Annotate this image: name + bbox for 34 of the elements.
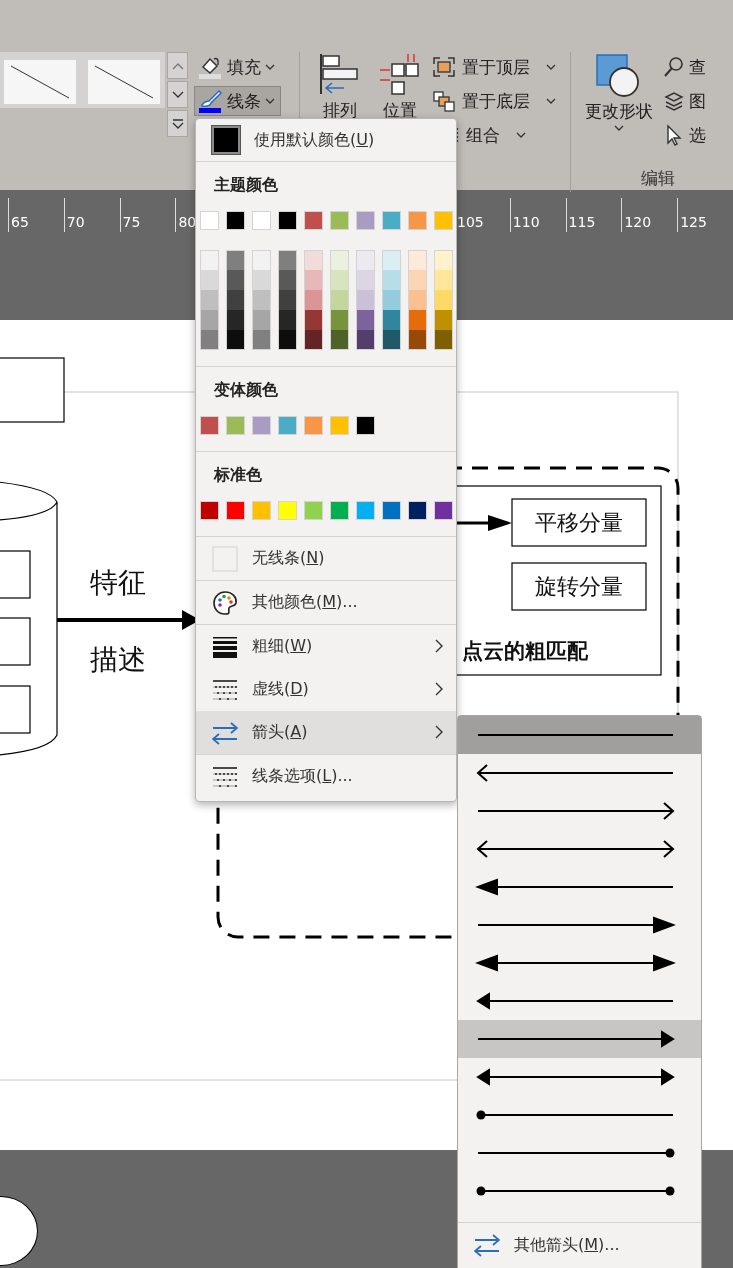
- ribbon-dropdown-button[interactable]: 置于顶层: [432, 52, 556, 82]
- menu-item[interactable]: 箭头(A): [196, 711, 456, 754]
- menu-item[interactable]: 使用默认颜色(U): [196, 119, 456, 161]
- section-heading: 主题颜色: [213, 174, 279, 196]
- ruler-label: 125: [677, 198, 733, 232]
- ruler-label: 115: [565, 198, 622, 232]
- ribbon-dropdown-button[interactable]: 线条: [194, 86, 281, 116]
- section-heading: 标准色: [212, 464, 263, 486]
- menu-item[interactable]: 无线条(N): [196, 537, 456, 580]
- ribbon-small-button[interactable]: 选: [663, 120, 706, 150]
- section-heading: 变体颜色: [213, 379, 279, 401]
- menu-item[interactable]: 粗细(W): [196, 625, 456, 668]
- ribbon-small-button[interactable]: 图: [663, 86, 706, 116]
- diagram-box: 旋转分量: [511, 562, 647, 611]
- ribbon-dropdown-button[interactable]: 置于底层: [432, 86, 556, 116]
- diagram-label: 特征: [90, 566, 146, 599]
- diagram-box: 平移分量: [511, 498, 647, 547]
- menu-item[interactable]: 其他颜色(M)...: [196, 581, 456, 624]
- ruler-label: 120: [621, 198, 678, 232]
- menu-item[interactable]: 其他箭头(M)...: [458, 1223, 701, 1267]
- ribbon-dropdown-button[interactable]: 填充: [194, 52, 281, 82]
- ruler-label: 65: [8, 198, 64, 232]
- diagram-caption: 点云的粗匹配: [462, 638, 588, 663]
- menu-item[interactable]: 线条选项(L)...: [196, 755, 456, 798]
- ribbon-group-label: 编辑: [641, 167, 675, 190]
- ruler-label: 70: [63, 198, 120, 232]
- ruler-label: 75: [119, 198, 176, 232]
- ruler-label: 110: [509, 198, 566, 232]
- ribbon-large-button[interactable]: 位置: [374, 52, 426, 122]
- diagram-label: 描述: [90, 643, 146, 676]
- menu-item[interactable]: 虚线(D): [196, 668, 456, 711]
- change-shape-button[interactable]: 更改形状: [581, 52, 657, 150]
- ribbon-large-button[interactable]: 排列: [314, 52, 366, 122]
- ribbon-small-button[interactable]: 查: [663, 52, 706, 82]
